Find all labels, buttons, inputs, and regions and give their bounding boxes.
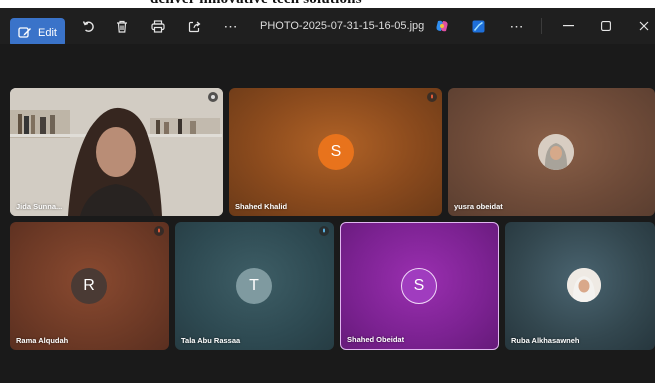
rotate-icon: [82, 20, 94, 32]
designer-button[interactable]: [468, 8, 488, 44]
more-icon: ⋯: [509, 17, 525, 34]
participant-name: Jida Sunna...: [16, 202, 63, 211]
more-options-button-2[interactable]: ⋯: [506, 8, 528, 44]
participant-name: Rama Alqudah: [16, 336, 69, 345]
copilot-button[interactable]: [432, 8, 452, 44]
participant-name: Shahed Obeidat: [347, 335, 405, 344]
avatar: R: [71, 268, 107, 304]
close-button[interactable]: [634, 8, 654, 44]
participant-tile: T Tala Abu Rassaa: [175, 222, 334, 350]
toolbar-separator: [541, 18, 542, 34]
maximize-icon: [601, 21, 611, 31]
avatar: [538, 134, 574, 170]
participant-tile: Jida Sunna...: [10, 88, 223, 216]
meeting-screenshot: Jida Sunna... S Shahed Khalid yusra obei…: [0, 44, 655, 383]
minimize-button[interactable]: [558, 8, 578, 44]
participant-tile-active: S Shahed Obeidat: [340, 222, 499, 350]
maximize-button[interactable]: [596, 8, 616, 44]
speaking-icon: [319, 226, 329, 236]
delete-icon: [117, 20, 127, 33]
avatar: S: [318, 134, 354, 170]
participant-name: Ruba Alkhasawneh: [511, 336, 580, 345]
pin-icon[interactable]: [208, 92, 218, 102]
minimize-icon: [562, 25, 574, 27]
profile-photo: [567, 268, 601, 302]
participant-name: Shahed Khalid: [235, 202, 288, 211]
muted-icon: [154, 226, 164, 236]
video-feed-image: [10, 88, 223, 216]
bottom-bar: [0, 352, 655, 383]
file-name: PHOTO-2025-07-31-15-16-05.jpg: [260, 20, 425, 32]
participant-name: Tala Abu Rassaa: [181, 336, 241, 345]
participant-tile: R Rama Alqudah: [10, 222, 169, 350]
avatar: T: [236, 268, 272, 304]
photo-viewer-toolbar: Edit ⋯ PHOTO-2025-07-31-15-16-05.jpg ⋯: [0, 8, 655, 47]
close-icon: [639, 21, 649, 31]
print-icon: [151, 19, 165, 33]
document-heading-strip: deliver innovative tech solutions: [0, 0, 655, 8]
share-button[interactable]: [184, 8, 204, 44]
avatar-initial: T: [249, 277, 259, 294]
copilot-icon: [436, 20, 448, 32]
document-heading: deliver innovative tech solutions: [150, 0, 362, 8]
rotate-button[interactable]: [78, 8, 98, 44]
more-options-button[interactable]: ⋯: [220, 8, 242, 44]
share-icon: [188, 21, 200, 32]
participant-tile: Ruba Alkhasawneh: [505, 222, 655, 350]
profile-photo: [538, 134, 574, 170]
edit-icon: [18, 27, 31, 38]
avatar-initial: R: [83, 277, 95, 294]
designer-icon: [472, 20, 484, 32]
more-icon: ⋯: [223, 17, 239, 34]
avatar: [567, 268, 601, 302]
delete-button[interactable]: [112, 8, 132, 44]
edit-label: Edit: [38, 26, 57, 39]
participant-tile: yusra obeidat: [448, 88, 655, 216]
muted-icon: [427, 92, 437, 102]
avatar-initial: S: [330, 143, 342, 160]
avatar-initial: S: [413, 277, 425, 294]
participant-name: yusra obeidat: [454, 202, 503, 211]
print-button[interactable]: [148, 8, 168, 44]
participant-tile: S Shahed Khalid: [229, 88, 442, 216]
edit-button[interactable]: Edit: [10, 18, 65, 47]
avatar: S: [401, 268, 437, 304]
